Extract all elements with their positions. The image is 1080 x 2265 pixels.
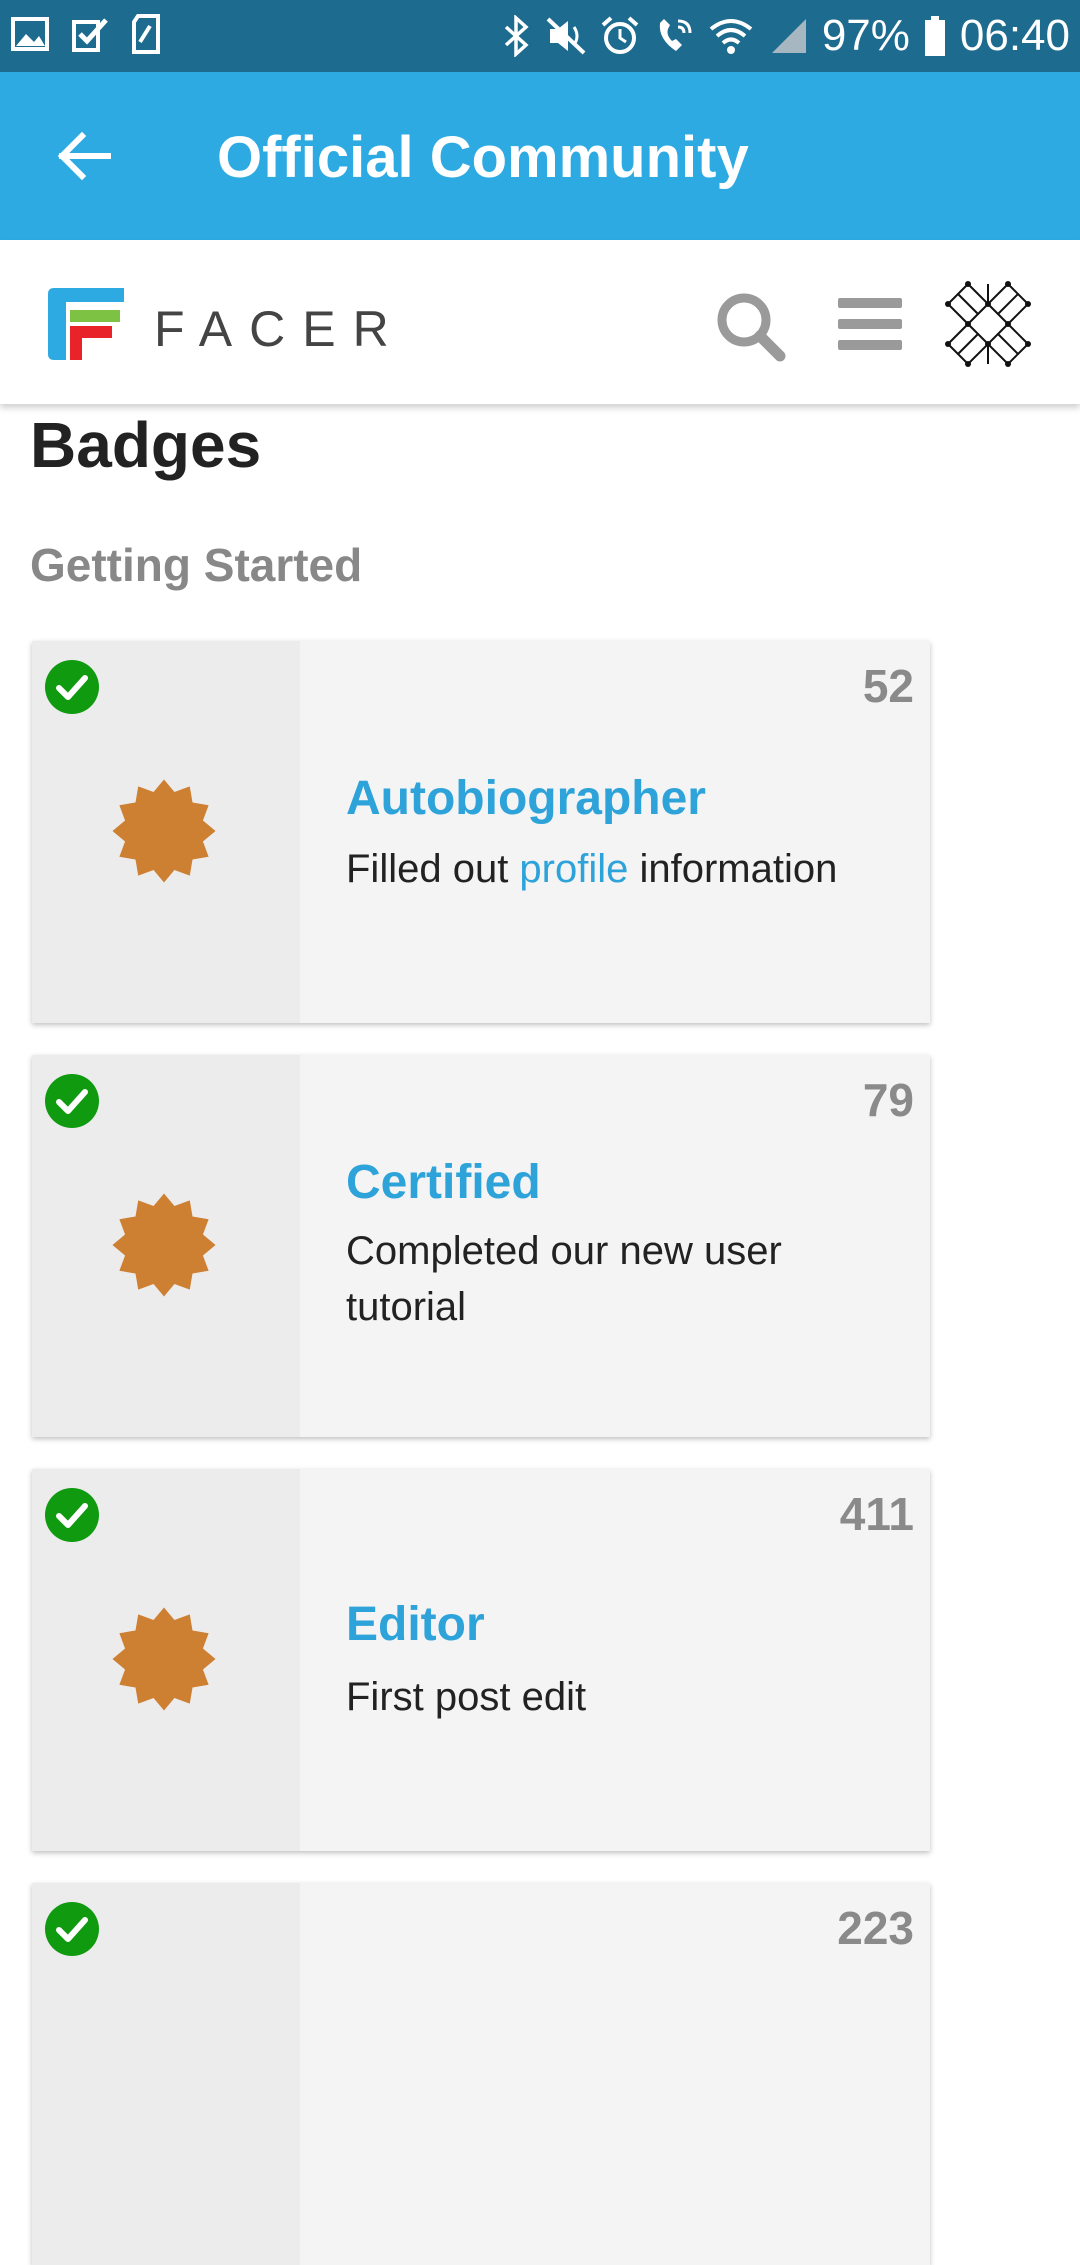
site-header: FACER <box>0 240 1080 404</box>
bronze-badge-icon <box>112 779 216 883</box>
mute-icon <box>546 15 586 57</box>
check-circle-icon <box>45 660 99 714</box>
user-avatar[interactable] <box>940 276 1036 372</box>
battery-level: 97% <box>821 11 910 60</box>
badge-description: First post edit <box>346 1675 587 1719</box>
image-icon <box>10 14 50 54</box>
back-button[interactable] <box>44 116 124 196</box>
badge-card-editor[interactable]: 411 Editor First post edit <box>32 1469 930 1851</box>
alarm-icon <box>600 15 640 57</box>
wifi-icon <box>708 15 754 57</box>
bluetooth-icon <box>502 15 532 57</box>
logo-text: FACER <box>154 301 406 357</box>
badge-name-link[interactable]: Certified <box>346 1155 541 1210</box>
badge-name-link[interactable]: Editor <box>346 1597 485 1652</box>
badge-card-autobiographer[interactable]: 52 Autobiographer Filled out profile inf… <box>32 641 930 1023</box>
hamburger-icon <box>838 298 902 350</box>
signal-icon <box>768 15 808 57</box>
avatar-pattern-icon <box>945 281 1031 367</box>
app-bar-title: Official Community <box>217 125 749 190</box>
badge-description-text: Filled out <box>346 847 520 891</box>
checkbox-icon <box>70 14 110 54</box>
facer-logo[interactable] <box>46 286 126 362</box>
badge-card-partial[interactable]: 223 <box>32 1883 930 2265</box>
badge-count: 411 <box>839 1488 914 1540</box>
menu-button[interactable] <box>838 296 902 352</box>
app-bar: Official Community <box>0 72 1080 240</box>
search-button[interactable] <box>714 290 786 362</box>
badge-card-certified[interactable]: 79 Certified Completed our new user tuto… <box>32 1055 930 1437</box>
arrow-left-icon <box>57 131 111 181</box>
sd-card-icon <box>130 14 162 54</box>
page-title: Badges <box>30 409 262 481</box>
badge-description: Filled out profile information <box>346 841 906 897</box>
battery-icon <box>924 15 946 57</box>
badge-count: 79 <box>862 1074 914 1126</box>
search-icon <box>717 293 786 362</box>
bronze-badge-icon <box>112 1193 216 1297</box>
clock: 06:40 <box>959 11 1070 60</box>
check-circle-icon <box>45 1902 99 1956</box>
check-circle-icon <box>45 1074 99 1128</box>
badge-count: 52 <box>862 660 914 712</box>
profile-link[interactable]: profile <box>519 847 628 891</box>
status-bar: 97% 06:40 <box>0 0 1080 72</box>
section-title: Getting Started <box>30 539 363 591</box>
badge-count: 223 <box>837 1902 914 1954</box>
badge-name-link[interactable]: Autobiographer <box>346 771 706 826</box>
check-circle-icon <box>45 1488 99 1542</box>
bronze-badge-icon <box>112 1607 216 1711</box>
wifi-call-icon <box>654 15 694 57</box>
badge-description: Completed our new user tutorial <box>346 1229 782 1329</box>
badge-description-text: information <box>628 847 838 891</box>
